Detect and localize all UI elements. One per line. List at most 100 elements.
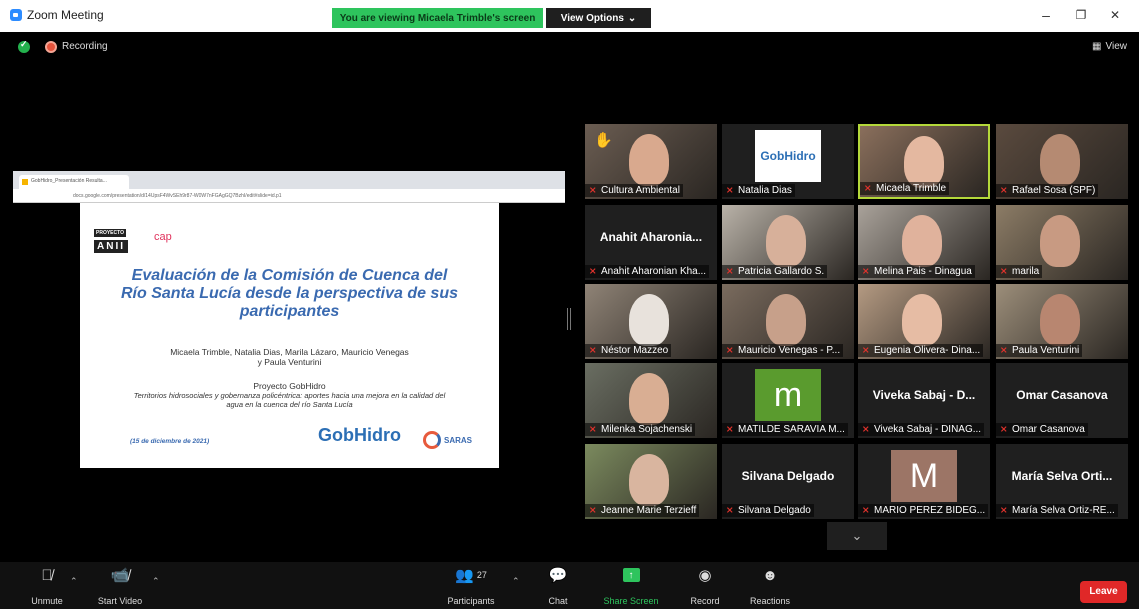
participant-name: Mauricio Venegas - P... — [722, 344, 844, 357]
record-button[interactable]: ◉ Record — [685, 562, 725, 606]
unmute-label: Unmute — [31, 596, 63, 606]
participant-tile[interactable]: Milenka Sojachenski ⨯ — [585, 363, 717, 438]
participant-tile[interactable]: Melina Pais - Dinagua ⨯ — [858, 205, 990, 280]
reactions-label: Reactions — [749, 596, 791, 606]
participant-tile[interactable]: GobHidro Natalia Dias ⨯ — [722, 124, 854, 199]
participant-tile[interactable]: Patricia Gallardo S. ⨯ — [722, 205, 854, 280]
muted-microphone-icon: ⨯ — [589, 266, 597, 276]
participant-name: Silvana Delgado — [722, 504, 814, 517]
participant-tile[interactable]: m MATILDE SARAVIA M... ⨯ — [722, 363, 854, 438]
participant-face — [629, 373, 669, 425]
record-label: Record — [690, 596, 720, 606]
share-screen-icon-wrap: ↑ — [598, 562, 664, 588]
participants-button[interactable]: 👥 27 Participants — [440, 562, 502, 606]
status-bar: Recording ▦ View — [0, 32, 1139, 60]
participant-face — [902, 294, 942, 346]
participant-tile[interactable]: Paula Venturini ⨯ — [996, 284, 1128, 359]
participant-count: 27 — [476, 570, 487, 580]
video-options-caret[interactable]: ⌃ — [152, 576, 160, 587]
participant-tile[interactable]: Silvana Delgado Silvana Delgado ⨯ — [722, 444, 854, 519]
slide-title: Evaluación de la Comisión de Cuenca del … — [120, 267, 458, 320]
participant-name: Melina Pais - Dinagua — [858, 265, 975, 278]
audio-options-caret[interactable]: ⌃ — [70, 576, 78, 587]
slide-date: (15 de diciembre de 2021) — [130, 438, 210, 445]
muted-microphone-icon: ⨯ — [726, 424, 734, 434]
participant-name: Anahit Aharonian Kha... — [585, 265, 710, 278]
saras-logo-text: SARAS — [444, 435, 473, 445]
participant-name: MARIO PEREZ BIDEG... — [858, 504, 988, 517]
participant-face — [904, 136, 944, 188]
participant-name: Viveka Sabaj - DINAG... — [858, 423, 985, 436]
anii-logo-top: PROYECTO — [94, 229, 126, 237]
gallery-next-page-button[interactable]: ⌄ — [827, 522, 887, 550]
presentation-slide: PROYECTO ANII cap Evaluación de la Comis… — [80, 203, 499, 468]
saras-logo: SARAS — [423, 431, 472, 449]
view-options-button[interactable]: View Options ⌄ — [546, 8, 651, 28]
participant-tile[interactable]: M MARIO PEREZ BIDEG... ⨯ — [858, 444, 990, 519]
zoom-logo-icon — [10, 9, 22, 21]
participant-tile[interactable]: Rafael Sosa (SPF) ⨯ — [996, 124, 1128, 199]
muted-microphone-icon: ⨯ — [589, 345, 597, 355]
app-title: Zoom Meeting — [10, 8, 104, 22]
chat-button[interactable]: 💬 Chat — [540, 562, 576, 606]
slide-area: PROYECTO ANII cap Evaluación de la Comis… — [13, 203, 565, 468]
muted-microphone-icon: ⨯ — [1000, 345, 1008, 355]
muted-microphone-icon: ⨯ — [589, 505, 597, 515]
participant-name: Eugenia Olivera- Dina... — [858, 344, 984, 357]
muted-microphone-icon: ⨯ — [1000, 505, 1008, 515]
reactions-icon: ☻ — [762, 566, 778, 584]
participant-face — [629, 134, 669, 186]
window-title: Zoom Meeting — [27, 8, 104, 22]
participant-tile[interactable]: marila ⨯ — [996, 205, 1128, 280]
view-button[interactable]: ▦ View — [1092, 41, 1127, 52]
muted-microphone-icon: ⨯ — [726, 345, 734, 355]
slide-description: Territorios hidrosociales y gobernanza p… — [133, 391, 446, 409]
restore-button[interactable]: ❐ — [1071, 8, 1091, 22]
meeting-toolbar: 🎙̸ Unmute ⌃ 📹̸ Start Video ⌃ 👥 27 Partici… — [0, 562, 1139, 609]
participant-tile[interactable]: Viveka Sabaj - D... Viveka Sabaj - DINAG.… — [858, 363, 990, 438]
muted-microphone-icon: ⨯ — [726, 266, 734, 276]
participant-name: Omar Casanova — [996, 423, 1088, 436]
muted-microphone-icon: ⨯ — [862, 266, 870, 276]
browser-tab: GobHidro_Presentación Resulta... — [19, 175, 129, 189]
security-shield-icon[interactable] — [18, 39, 30, 53]
participant-face — [902, 215, 942, 267]
participant-tile[interactable]: Anahit Aharonia... Anahit Aharonian Kha..… — [585, 205, 717, 280]
participant-tile[interactable]: María Selva Orti... María Selva Ortiz-RE.… — [996, 444, 1128, 519]
start-video-button[interactable]: 📹̸ Start Video — [90, 562, 150, 606]
muted-microphone-icon: ⨯ — [864, 183, 872, 193]
participant-display-name: María Selva Orti... — [1011, 469, 1113, 483]
muted-microphone-icon: ⨯ — [862, 345, 870, 355]
shared-screen: GobHidro_Presentación Resulta... docs.go… — [13, 171, 565, 468]
anii-logo: PROYECTO ANII — [94, 221, 128, 253]
reactions-button[interactable]: ☻ Reactions — [742, 562, 798, 607]
leave-button[interactable]: Leave — [1080, 581, 1127, 603]
participant-name: Milenka Sojachenski — [585, 423, 696, 436]
participant-tile[interactable]: Eugenia Olivera- Dina... ⨯ — [858, 284, 990, 359]
unmute-button[interactable]: 🎙̸ Unmute — [22, 562, 72, 607]
share-screen-label: Share Screen — [603, 596, 659, 606]
chat-icon: 💬 — [548, 567, 568, 584]
close-button[interactable]: ✕ — [1105, 8, 1125, 22]
minimize-button[interactable]: – — [1036, 7, 1056, 23]
splitter-handle[interactable] — [567, 308, 571, 330]
share-screen-button[interactable]: ↑ Share Screen — [598, 562, 664, 606]
participant-tile[interactable]: Néstor Mazzeo ⨯ — [585, 284, 717, 359]
participant-name: Cultura Ambiental — [585, 184, 683, 197]
participants-options-caret[interactable]: ⌃ — [512, 576, 520, 587]
participant-tile[interactable]: Omar Casanova Omar Casanova ⨯ — [996, 363, 1128, 438]
participant-tile[interactable]: Jeanne Marie Terzieff ⨯ — [585, 444, 717, 519]
participant-face — [629, 454, 669, 506]
participant-face — [766, 215, 806, 267]
participant-face — [1040, 215, 1080, 267]
participant-tile[interactable]: Micaela Trimble ⨯ — [858, 124, 990, 199]
participant-face — [1040, 134, 1080, 186]
participant-tile[interactable]: Mauricio Venegas - P... ⨯ — [722, 284, 854, 359]
participant-name: Jeanne Marie Terzieff — [585, 504, 700, 517]
chat-label: Chat — [548, 596, 568, 606]
muted-microphone-icon: ⨯ — [726, 185, 734, 195]
view-label: View — [1105, 41, 1128, 52]
participant-tile[interactable]: ✋ Cultura Ambiental ⨯ — [585, 124, 717, 199]
gobhidro-logo: GobHidro — [318, 425, 401, 445]
raised-hand-icon: ✋ — [594, 132, 613, 149]
